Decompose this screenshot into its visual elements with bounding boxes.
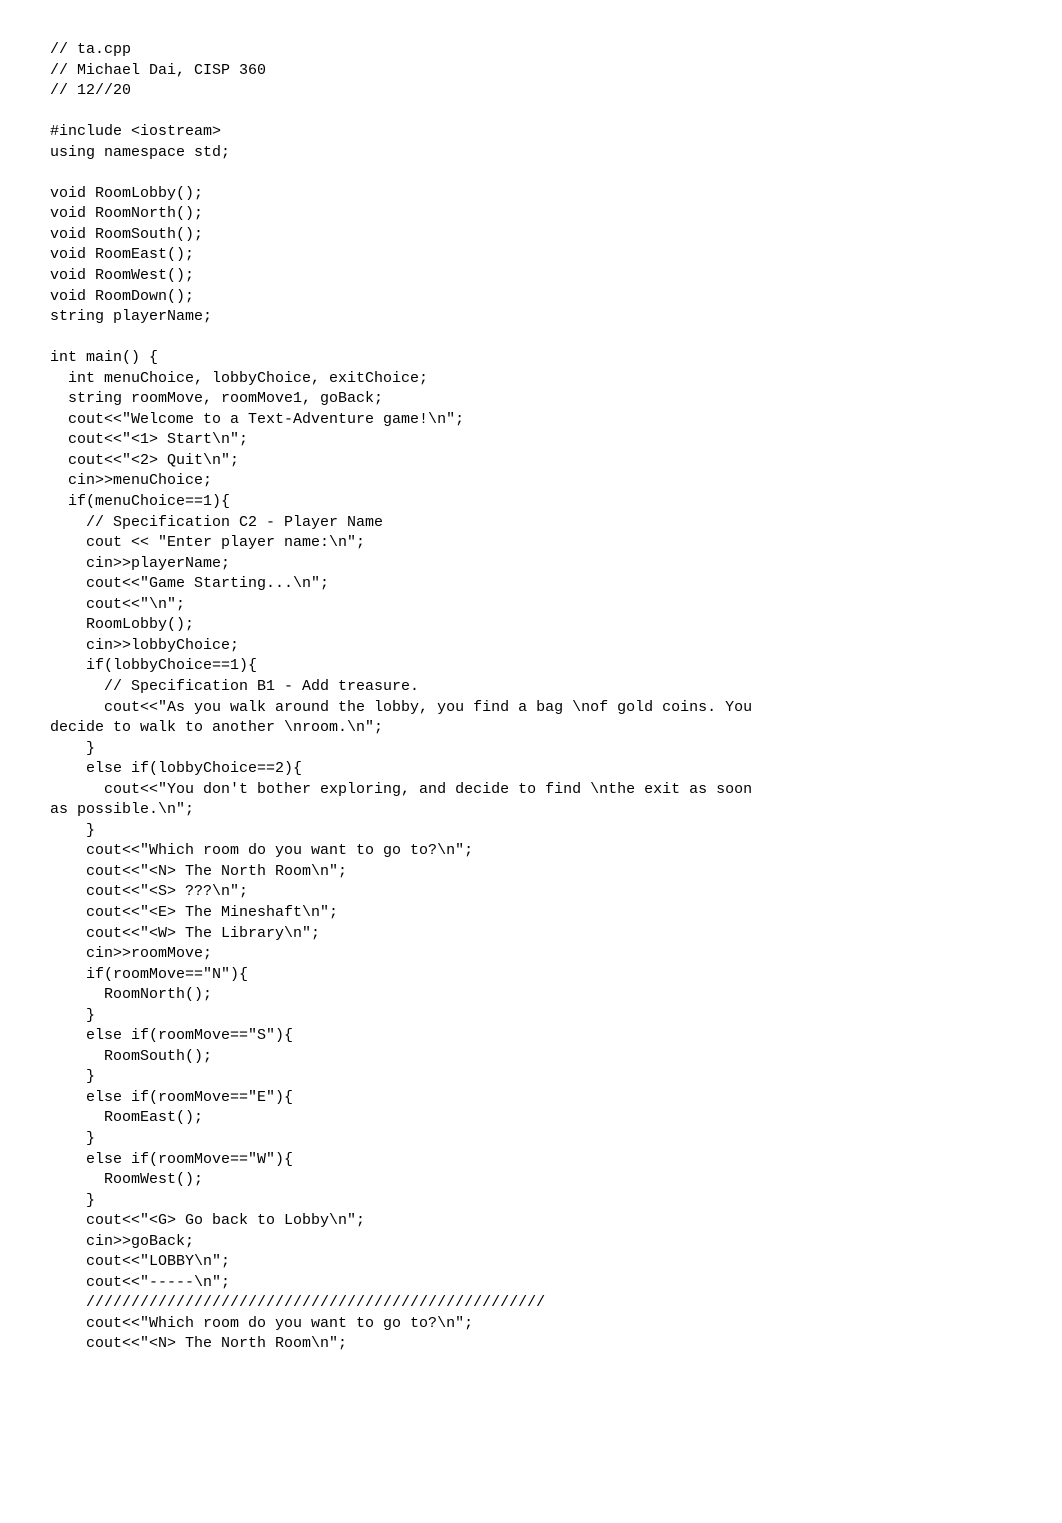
source-code-block: // ta.cpp // Michael Dai, CISP 360 // 12…: [50, 40, 1012, 1355]
code-content: // ta.cpp // Michael Dai, CISP 360 // 12…: [50, 41, 761, 1352]
